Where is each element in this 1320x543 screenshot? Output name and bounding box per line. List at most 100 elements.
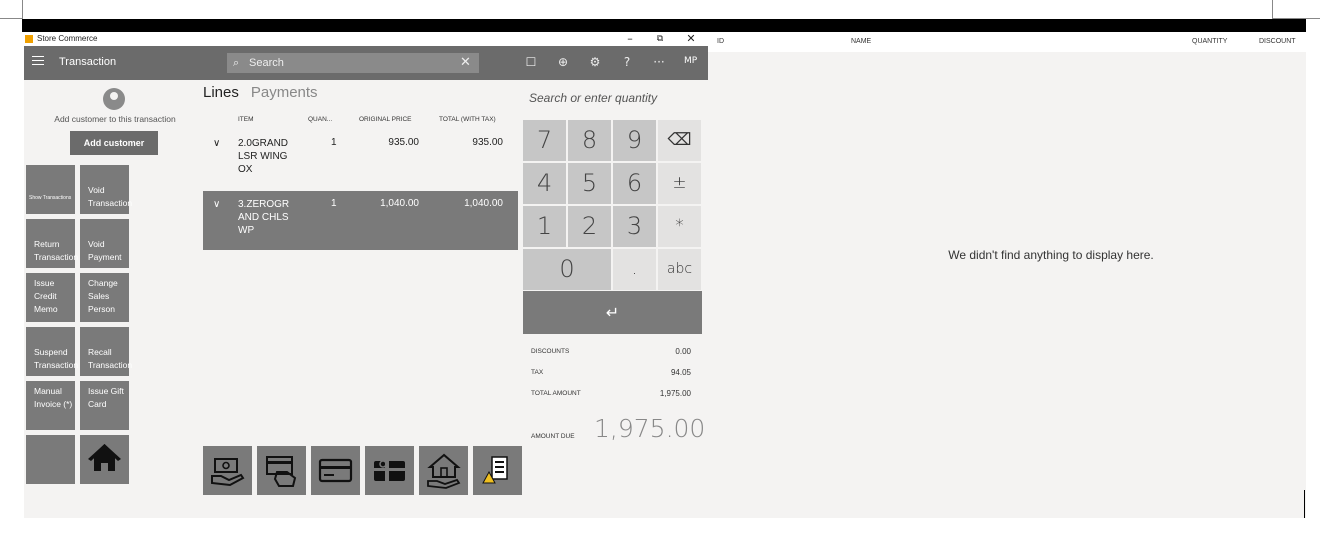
- search-icon: ⌕: [233, 56, 240, 69]
- line-total: 935.00: [472, 137, 503, 148]
- tab-payments[interactable]: Payments: [251, 84, 318, 101]
- table-row[interactable]: ∨ 2.0GRAND LSR WING OX 1 935.00 935.00: [203, 130, 518, 188]
- chevron-down-icon[interactable]: ∨: [213, 138, 220, 149]
- user-avatar[interactable]: MP: [684, 56, 697, 66]
- right-list-pane: ID NAME QUANTITY DISCOUNT We didn't find…: [708, 32, 1306, 518]
- numpad-key-3[interactable]: 3: [613, 206, 656, 247]
- pay-loyalty-button[interactable]: [473, 446, 522, 495]
- add-customer-button[interactable]: Add customer: [70, 131, 158, 155]
- search-box[interactable]: ⌕ Search ✕: [227, 53, 479, 73]
- app-title: Store Commerce: [37, 34, 98, 43]
- window-titlebar: Store Commerce – ⧉ ✕: [24, 32, 708, 46]
- settings-icon[interactable]: ⚙: [586, 55, 604, 69]
- globe-icon[interactable]: ⊕: [554, 55, 572, 69]
- blank-tile[interactable]: [26, 435, 75, 484]
- tab-lines[interactable]: Lines: [203, 84, 239, 101]
- page-title: Transaction: [59, 56, 117, 68]
- recall-transaction-tile[interactable]: Recall Transaction: [80, 327, 132, 376]
- numpad-key-8[interactable]: 8: [568, 120, 611, 161]
- app-logo-icon: [25, 35, 33, 43]
- line-item-name: 3.ZEROGR AND CHLS WP: [238, 199, 290, 236]
- pay-card-swipe-icon: [266, 456, 297, 487]
- home-tile[interactable]: [80, 435, 129, 484]
- pay-customer-account-icon: [427, 453, 461, 489]
- text-cursor: [1304, 490, 1305, 518]
- hamburger-menu-icon[interactable]: [32, 56, 44, 67]
- change-sales-person-tile[interactable]: Change Sales Person: [80, 273, 129, 322]
- backspace-key[interactable]: ⌫: [658, 120, 701, 161]
- minimize-button[interactable]: –: [620, 32, 640, 45]
- column-header-name[interactable]: NAME: [851, 38, 871, 45]
- add-customer-prompt: Add customer to this transaction: [54, 114, 176, 124]
- chevron-down-icon[interactable]: ∨: [213, 199, 220, 210]
- void-transaction-tile[interactable]: Void Transaction: [80, 165, 132, 214]
- pay-cash-button[interactable]: [203, 446, 252, 495]
- line-total: 1,040.00: [464, 198, 503, 209]
- store-commerce-window: Store Commerce – ⧉ ✕ Transaction ⌕ Searc…: [24, 32, 708, 518]
- enter-button[interactable]: ↵: [523, 291, 702, 334]
- issue-credit-memo-tile[interactable]: Issue Credit Memo: [26, 273, 75, 322]
- quantity-search-input[interactable]: Search or enter quantity: [529, 91, 657, 105]
- decimal-key[interactable]: .: [613, 249, 656, 290]
- total-amount-label: TOTAL AMOUNT: [531, 390, 581, 397]
- pay-gift-card-button[interactable]: [365, 446, 414, 495]
- amount-due-label: AMOUNT DUE: [531, 433, 575, 440]
- column-header-quantity[interactable]: QUANTITY: [1192, 38, 1227, 45]
- table-row[interactable]: ∨ 3.ZEROGR AND CHLS WP 1 1,040.00 1,040.…: [203, 191, 518, 250]
- void-payment-tile[interactable]: Void Payment: [80, 219, 129, 268]
- numpad-key-4[interactable]: 4: [523, 163, 566, 204]
- restore-button[interactable]: ⧉: [650, 34, 670, 44]
- top-black-bar: [22, 19, 1306, 32]
- search-input[interactable]: Search: [249, 57, 284, 69]
- search-clear-icon[interactable]: ✕: [460, 55, 471, 70]
- numpad-key-7[interactable]: 7: [523, 120, 566, 161]
- plus-minus-key[interactable]: ±: [658, 163, 701, 204]
- return-transaction-tile[interactable]: Return Transaction: [26, 219, 78, 268]
- window-border-line: [22, 0, 23, 19]
- numpad-key-2[interactable]: 2: [568, 206, 611, 247]
- pay-card-icon: [318, 458, 353, 483]
- numpad-key-1[interactable]: 1: [523, 206, 566, 247]
- total-amount-value: 1,975.00: [659, 389, 691, 398]
- pay-customer-account-button[interactable]: [419, 446, 468, 495]
- tax-value: 94.05: [670, 368, 691, 377]
- more-icon[interactable]: ···: [650, 55, 668, 69]
- discounts-value: 0.00: [675, 347, 691, 356]
- numpad-key-0[interactable]: 0: [523, 249, 611, 290]
- amount-due-value: 1,975.00: [594, 414, 706, 443]
- discounts-label: DISCOUNTS: [531, 348, 570, 355]
- abc-key[interactable]: abc: [658, 249, 701, 290]
- line-original-price: 935.00: [388, 137, 419, 148]
- pay-cash-icon: [211, 458, 245, 487]
- pay-card-button[interactable]: [311, 446, 360, 495]
- multiply-key[interactable]: *: [658, 206, 701, 247]
- window-border-line: [0, 18, 22, 19]
- column-header-quantity[interactable]: QUAN...: [308, 116, 332, 123]
- column-header-id[interactable]: ID: [717, 38, 724, 45]
- help-icon[interactable]: ?: [618, 55, 636, 69]
- column-header-original-price[interactable]: ORIGINAL PRICE: [359, 116, 412, 123]
- home-icon: [88, 444, 121, 471]
- line-quantity: 1: [331, 198, 337, 209]
- issue-gift-card-tile[interactable]: Issue Gift Card: [80, 381, 129, 430]
- column-header-discount[interactable]: DISCOUNT: [1259, 38, 1296, 45]
- pay-loyalty-icon: [482, 456, 508, 484]
- manual-invoice-tile[interactable]: Manual Invoice (*): [26, 381, 75, 430]
- suspend-transaction-tile[interactable]: Suspend Transaction: [26, 327, 78, 376]
- close-button[interactable]: ✕: [681, 32, 701, 45]
- pay-gift-card-icon: [374, 460, 405, 481]
- window-border-line: [1272, 0, 1273, 19]
- message-icon[interactable]: ☐: [522, 55, 540, 69]
- numpad-key-6[interactable]: 6: [613, 163, 656, 204]
- column-header-total[interactable]: TOTAL (WITH TAX): [439, 116, 496, 123]
- empty-state-message: We didn't find anything to display here.: [948, 248, 1154, 262]
- tax-label: TAX: [531, 369, 544, 376]
- numpad-key-5[interactable]: 5: [568, 163, 611, 204]
- line-item-name: 2.0GRAND LSR WING OX: [238, 138, 289, 175]
- numpad-key-9[interactable]: 9: [613, 120, 656, 161]
- pay-card-swipe-button[interactable]: [257, 446, 306, 495]
- customer-avatar-icon: [103, 88, 125, 110]
- show-transactions-tile[interactable]: Show Transactions: [26, 165, 75, 214]
- transaction-tabs: Lines Payments: [203, 84, 318, 101]
- column-header-item[interactable]: ITEM: [238, 116, 254, 123]
